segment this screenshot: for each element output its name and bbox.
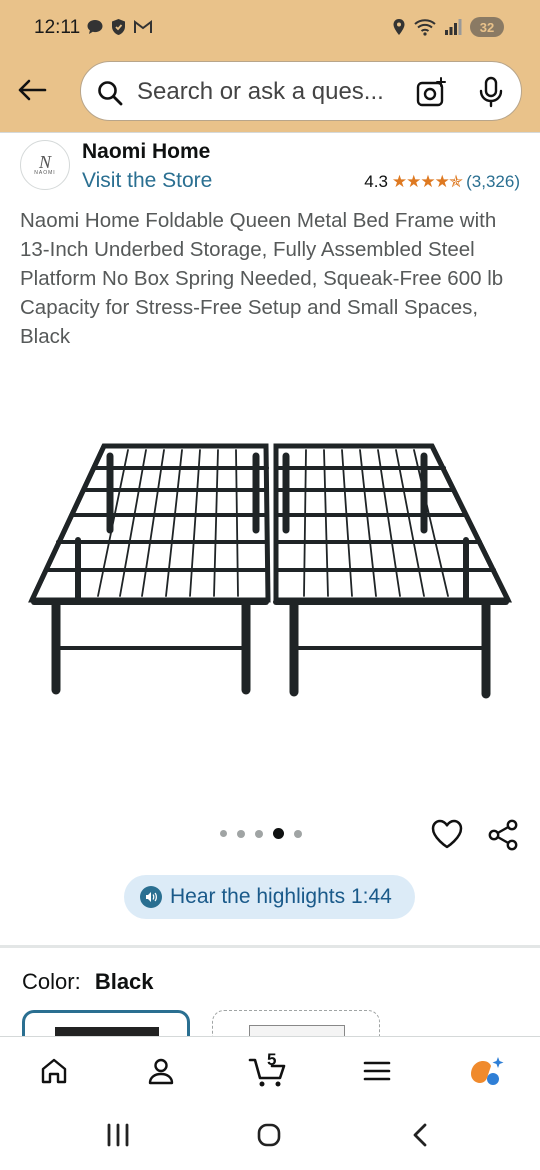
nav-home[interactable] — [34, 1051, 74, 1091]
hear-highlights-button[interactable]: Hear the highlights 1:44 — [124, 875, 415, 919]
wifi-icon — [414, 19, 436, 36]
location-icon — [393, 19, 405, 35]
status-system-icons: 32 — [392, 17, 504, 37]
chat-bubble-icon — [87, 20, 103, 34]
back-button[interactable] — [14, 72, 50, 108]
rufus-ai-icon — [471, 1057, 504, 1085]
store-logo[interactable]: N NAOMI — [20, 140, 70, 190]
carousel-dot[interactable] — [255, 829, 263, 838]
arrow-left-icon — [18, 79, 47, 101]
color-value: Black — [94, 969, 154, 994]
store-logo-text: NAOMI — [34, 170, 56, 176]
search-input[interactable] — [137, 76, 407, 108]
person-icon — [148, 1058, 174, 1085]
shield-icon — [112, 19, 125, 35]
camera-lens-icon[interactable] — [415, 76, 447, 108]
search-bar[interactable] — [80, 61, 522, 121]
system-back-icon[interactable] — [410, 1122, 430, 1148]
status-bar: 12:11 32 — [0, 0, 540, 56]
microphone-icon[interactable] — [477, 76, 505, 108]
status-notification-icons — [86, 18, 153, 36]
share-icon[interactable] — [486, 818, 520, 852]
hamburger-menu-icon — [363, 1061, 391, 1081]
rating-value: 4.3 — [364, 172, 388, 191]
hear-highlights-label: Hear the highlights 1:44 — [170, 885, 392, 908]
app-header — [0, 56, 540, 132]
signal-icon — [445, 19, 462, 35]
heart-icon[interactable] — [430, 818, 464, 850]
cart-count-badge: 5 — [267, 1050, 277, 1069]
carousel-dot-active[interactable] — [273, 828, 284, 839]
nav-account[interactable] — [141, 1051, 181, 1091]
image-carousel-dots[interactable] — [220, 828, 302, 839]
battery-indicator: 32 — [470, 17, 504, 37]
gmail-icon — [134, 20, 152, 33]
nav-rufus[interactable] — [466, 1051, 506, 1091]
visit-store-link[interactable]: Visit the Store — [82, 169, 212, 193]
product-title: Naomi Home Foldable Queen Metal Bed Fram… — [20, 209, 504, 348]
carousel-dot[interactable] — [294, 829, 302, 838]
recent-apps-icon[interactable] — [106, 1122, 130, 1148]
store-logo-mark: N — [38, 152, 51, 172]
carousel-dot[interactable] — [237, 829, 245, 838]
rating-summary[interactable]: 4.3 ★★★★✯ (3,326) — [364, 172, 520, 192]
rating-count-link[interactable]: (3,326) — [466, 172, 520, 192]
system-navigation-bar — [0, 1102, 540, 1170]
carousel-dot[interactable] — [220, 830, 227, 837]
search-icon — [98, 81, 123, 106]
section-divider — [0, 945, 540, 948]
color-label: Color: — [22, 969, 81, 994]
home-circle-icon[interactable] — [256, 1122, 282, 1148]
audio-play-icon — [140, 886, 162, 908]
status-time: 12:11 — [34, 17, 81, 38]
color-selector-heading: Color: Black — [22, 969, 154, 995]
home-icon — [41, 1058, 67, 1084]
product-image[interactable] — [20, 420, 520, 720]
star-rating-icon: ★★★★✯ — [391, 172, 463, 191]
nav-menu[interactable] — [357, 1051, 397, 1091]
header-divider — [0, 132, 540, 133]
store-name: Naomi Home — [82, 140, 211, 163]
